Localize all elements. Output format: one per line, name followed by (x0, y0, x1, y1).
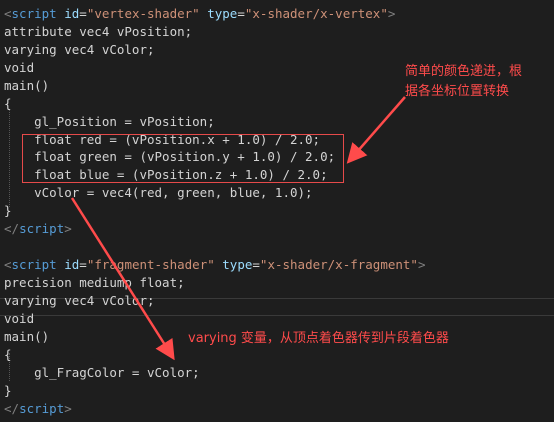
code-line-2: attribute vec4 vPosition; (4, 24, 193, 39)
annotation-line: 简单的颜色递进，根 (405, 64, 523, 79)
tag-bracket: > (64, 401, 72, 416)
code-line-1: <script id="vertex-shader" type="x-shade… (4, 5, 395, 23)
attr-value: "x-shader/x-fragment" (259, 257, 418, 272)
attr-value: "vertex-shader" (86, 6, 200, 21)
code-line-4: void (4, 60, 35, 75)
tag-bracket: < (4, 257, 12, 272)
code-line-17: varying vec4 vColor; (4, 293, 155, 308)
code-line-19: main() (4, 329, 50, 344)
code-line-21: gl_FragColor = vColor; (4, 365, 200, 380)
tag-bracket: > (417, 257, 426, 272)
tag-bracket: < (4, 6, 12, 21)
code-line-5: main() (4, 78, 50, 93)
attr-value: "fragment-shader" (86, 257, 215, 272)
annotation-color-mapping: 简单的颜色递进，根 据各坐标位置转换 (405, 62, 550, 102)
attr-name: id (64, 6, 80, 21)
tag-bracket: > (64, 221, 72, 236)
attr-name: type (222, 257, 253, 272)
code-line-13: </script> (4, 220, 72, 238)
tag-name: script (19, 401, 65, 416)
annotation-line: 据各坐标位置转换 (405, 84, 510, 99)
attr-name: type (207, 6, 238, 21)
equals: = (252, 257, 260, 272)
code-line-7: gl_Position = vPosition; (4, 114, 215, 129)
tag-bracket: > (387, 6, 396, 21)
tag-name: script (11, 257, 57, 272)
equals: = (79, 6, 87, 21)
highlight-box (22, 134, 344, 183)
code-line-3: varying vec4 vColor; (4, 42, 155, 57)
code-line-16: precision mediump float; (4, 275, 185, 290)
attr-name: id (64, 257, 80, 272)
code-line-15: <script id="fragment-shader" type="x-sha… (4, 256, 426, 274)
tag-bracket: </ (4, 401, 20, 416)
code-line-6: { (4, 96, 12, 111)
code-line-22: } (4, 383, 12, 398)
equals: = (79, 257, 87, 272)
tag-name: script (19, 221, 65, 236)
code-line-18: void (4, 311, 35, 326)
annotation-text: varying 变量，从顶点着色器传到片段着色器 (188, 331, 449, 346)
attr-value: "x-shader/x-vertex" (244, 6, 388, 21)
annotation-varying: varying 变量，从顶点着色器传到片段着色器 (188, 329, 548, 349)
code-line-23: </script> (4, 400, 72, 418)
tag-bracket: </ (4, 221, 20, 236)
code-line-20: { (4, 347, 12, 362)
tag-name: script (11, 6, 57, 21)
code-line-12: } (4, 203, 12, 218)
code-line-11: vColor = vec4(red, green, blue, 1.0); (4, 185, 313, 200)
equals: = (237, 6, 245, 21)
